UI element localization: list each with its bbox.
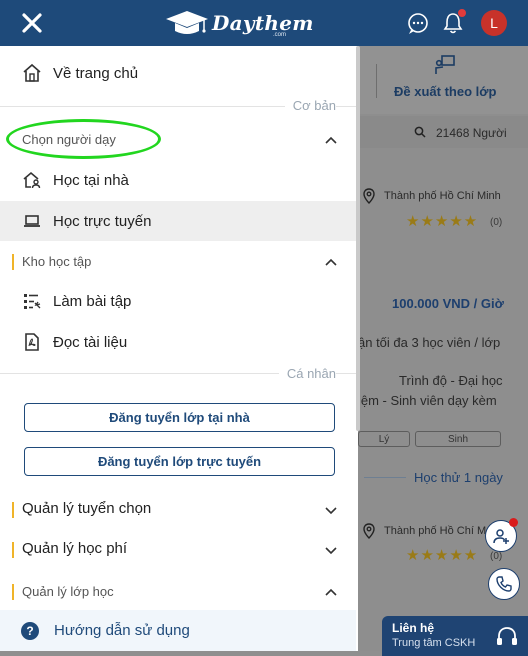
tutor-level: Trình độ - Đại học	[399, 373, 503, 388]
post-online-class-button[interactable]: Đăng tuyển lớp trực tuyến	[24, 447, 335, 476]
contact-support-button[interactable]: Liên hệ Trung tâm CSKH	[382, 616, 528, 656]
close-icon[interactable]	[18, 9, 46, 37]
teacher-board-icon	[435, 55, 455, 74]
location-pin-icon	[363, 188, 375, 204]
laptop-icon	[22, 211, 42, 231]
trial-label: Học thử 1 ngày	[414, 470, 503, 485]
group-marker	[12, 502, 14, 518]
subject-chip: Sinh	[415, 431, 501, 447]
avatar[interactable]: L	[481, 10, 507, 36]
brand-sub: .com	[273, 32, 287, 38]
tutor-city: Thành phố Hồ Chí Minh	[384, 190, 501, 202]
headset-icon	[497, 627, 517, 645]
chevron-up-icon	[324, 585, 338, 599]
home-icon	[22, 63, 42, 83]
search-bar: 21468 Người	[358, 116, 528, 148]
notification-dot	[458, 9, 466, 17]
group-label: Quản lý học phí	[22, 540, 128, 557]
chevron-up-icon	[324, 133, 338, 147]
rating-count: (0)	[490, 551, 503, 562]
chevron-down-icon	[324, 503, 338, 517]
tab-separator	[376, 64, 377, 98]
menu-item-home[interactable]: Về trang chủ	[0, 53, 356, 93]
bell-icon[interactable]	[440, 9, 466, 36]
divider	[364, 477, 406, 478]
drawer-scrollbar[interactable]	[356, 46, 360, 431]
pdf-file-icon	[22, 332, 42, 352]
menu-item-label: Học trực tuyến	[53, 212, 152, 230]
contact-subtitle: Trung tâm CSKH	[392, 637, 476, 649]
notification-dot	[509, 518, 518, 527]
rating-count: (0)	[490, 217, 503, 228]
graduation-cap-icon	[166, 11, 208, 34]
call-button[interactable]	[488, 568, 520, 600]
section-title-personal: Cá nhân	[278, 366, 336, 381]
help-label: Hướng dẫn sử dụng	[54, 622, 190, 639]
group-manage-select[interactable]: Quản lý tuyển chọn	[0, 492, 356, 528]
checklist-icon	[22, 291, 42, 311]
group-label: Quản lý lớp học	[22, 584, 114, 599]
logo[interactable]: Daythem .com	[164, 6, 314, 40]
chat-icon[interactable]	[405, 10, 431, 36]
phone-icon	[496, 576, 512, 592]
tab-suggest[interactable]: Đề xuất theo lớp	[358, 46, 528, 114]
menu-item-documents[interactable]: Đọc tài liệu	[0, 322, 356, 362]
group-manage-fee[interactable]: Quản lý học phí	[0, 532, 356, 568]
subject-chip: Lý	[358, 431, 410, 447]
location-pin-icon	[363, 523, 375, 539]
tutor-city: Thành phố Hồ Chí M	[384, 525, 487, 537]
section-title-basic: Cơ bản	[284, 98, 336, 113]
group-marker	[12, 584, 14, 600]
group-label: Kho học tập	[22, 254, 92, 269]
post-home-class-button[interactable]: Đăng tuyển lớp tại nhà	[24, 403, 335, 432]
rating-stars: ★★★★★	[406, 213, 479, 230]
add-user-icon	[493, 529, 509, 544]
menu-item-label: Đọc tài liệu	[53, 333, 128, 351]
menu-item-online[interactable]: Học trực tuyến	[0, 201, 356, 241]
group-library[interactable]: Kho học tập	[0, 244, 356, 280]
menu-item-exercises[interactable]: Làm bài tập	[0, 281, 356, 321]
top-bar: Daythem .com L	[0, 0, 528, 46]
menu-item-home-tutor[interactable]: Học tại nhà	[0, 160, 356, 200]
chevron-up-icon	[324, 255, 338, 269]
rating-stars: ★★★★★	[406, 547, 479, 564]
result-count: 21468 Người	[436, 126, 507, 140]
brand-name: Daythem	[212, 11, 314, 35]
menu-item-label: Về trang chủ	[53, 64, 139, 82]
help-guide-link[interactable]: ? Hướng dẫn sử dụng	[0, 610, 356, 651]
tutor-capacity: ận tối đa 3 học viên / lớp	[358, 335, 501, 350]
contact-title: Liên hệ	[392, 621, 435, 635]
menu-item-label: Làm bài tập	[53, 292, 132, 310]
search-icon	[414, 126, 426, 138]
add-friend-button[interactable]	[485, 518, 518, 552]
annotation-highlight	[6, 119, 161, 159]
help-icon: ?	[21, 622, 39, 640]
tutor-experience: iệm - Sinh viên dạy kèm	[358, 393, 497, 408]
house-user-icon	[22, 170, 42, 190]
group-manage-class[interactable]: Quản lý lớp học	[0, 574, 356, 610]
chevron-down-icon	[324, 543, 338, 557]
background-page: Đề xuất theo lớp 21468 Người Thành phố H…	[358, 46, 528, 656]
menu-item-label: Học tại nhà	[53, 171, 129, 189]
tab-suggest-label: Đề xuất theo lớp	[394, 84, 497, 99]
tutor-price: 100.000 VND / Giờ	[392, 296, 504, 311]
group-marker	[12, 542, 14, 558]
group-marker	[12, 254, 14, 270]
group-label: Quản lý tuyển chọn	[22, 500, 152, 517]
